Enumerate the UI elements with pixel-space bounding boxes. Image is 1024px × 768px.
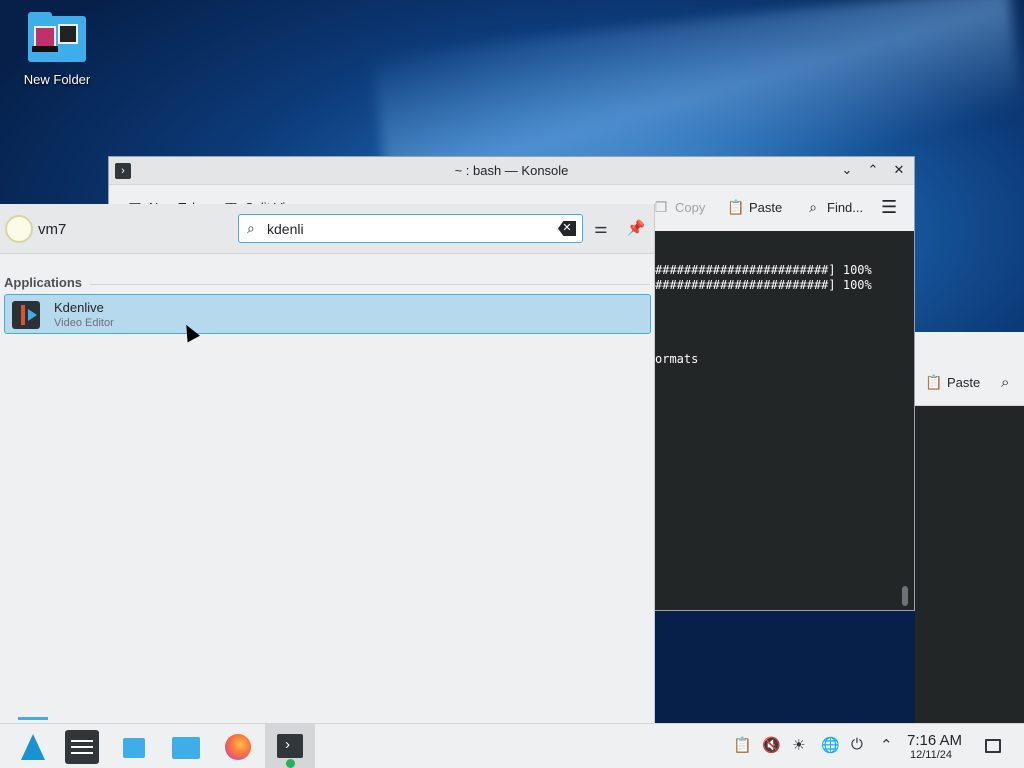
launcher-header: vm7 ⌕ ✕ ⚌ 📌 [0,204,654,254]
search-input[interactable] [267,220,537,238]
search-field[interactable]: ⌕ ✕ [238,214,583,243]
volume-muted-icon[interactable]: 🔇 [762,736,781,754]
background-window-toolbar: 📋 Paste ⌕ [915,332,1024,406]
search-result-item[interactable]: Kdenlive Video Editor [4,294,651,334]
konsole-task[interactable]: › [265,724,315,768]
konsole-icon: › [285,736,290,753]
clear-search-button[interactable]: ✕ [558,221,576,236]
paste-label: Paste [749,199,783,215]
folder-icon [28,12,86,64]
terminal-line: ########################] 100% [655,278,872,292]
paste-button[interactable]: 📋 Paste [727,199,782,215]
find-label: Find... [827,199,864,215]
background-paste-button[interactable]: 📋 Paste [925,374,980,390]
section-divider [90,284,650,285]
file-manager-task[interactable] [169,730,203,764]
konsole-title: ~ : bash — Konsole [454,163,569,178]
power-icon[interactable]: ⏻ [851,736,863,753]
clipboard-tray-icon[interactable]: 📋 [733,736,752,754]
kdenlive-icon [12,301,40,329]
search-icon[interactable]: ⌕ [1001,374,1009,391]
result-name: Kdenlive [54,300,104,315]
desktop-icon-label: New Folder [23,72,91,87]
minimize-button[interactable]: ⌄ [838,161,856,179]
user-avatar[interactable] [5,215,33,243]
section-heading: Applications [4,275,83,290]
copy-label: Copy [675,199,706,215]
configure-icon[interactable]: ⚌ [591,219,611,239]
maximize-button[interactable]: ⌃ [864,161,882,179]
search-icon: ⌕ [247,220,255,236]
app-launcher-button[interactable] [16,730,50,764]
terminal-line: ########################] 100% [655,263,872,277]
system-settings-task[interactable] [65,730,99,764]
copy-icon: ❐ [654,199,668,215]
clipboard-icon: 📋 [727,199,745,215]
menu-icon: ☰ [881,197,898,217]
find-button[interactable]: ⌕ Find... [805,199,863,215]
username-label: vm7 [38,221,67,238]
clock-time[interactable]: 7:16 AM [907,732,962,749]
pin-icon[interactable]: 📌 [626,219,646,239]
copy-button[interactable]: ❐ Copy [653,199,706,215]
desktop-icon-new-folder[interactable]: New Folder [14,12,100,87]
brightness-icon[interactable]: ☀ [792,736,805,754]
running-indicator [286,759,295,768]
chevron-up-icon[interactable]: ⌃ [880,736,893,754]
discover-store-task[interactable] [117,730,151,764]
network-icon[interactable]: 🌐 [821,736,840,754]
background-window[interactable]: 📋 Paste ⌕ [915,332,1024,723]
hamburger-menu-button[interactable]: ☰ [881,197,898,217]
taskbar: › 📋 🔇 ☀ 🌐 ⏻ ⌃ 7:16 AM 12/11/24 [0,717,1024,768]
terminal-scrollbar[interactable] [902,586,908,606]
clock-date[interactable]: 12/11/24 [910,749,952,761]
firefox-task[interactable] [221,730,255,764]
application-launcher: vm7 ⌕ ✕ ⚌ 📌 Applications Kdenlive Video … [0,204,655,723]
clipboard-icon: 📋 [925,374,943,390]
show-desktop-button[interactable] [985,739,1001,753]
background-paste-label: Paste [947,374,981,390]
result-description: Video Editor [54,317,114,329]
search-icon: ⌕ [809,199,817,215]
terminal-line: ormats [655,352,699,366]
konsole-titlebar[interactable]: › ~ : bash — Konsole ⌄ ⌃ ✕ [109,157,914,185]
launcher-active-indicator [18,717,48,720]
close-button[interactable]: ✕ [890,161,908,179]
